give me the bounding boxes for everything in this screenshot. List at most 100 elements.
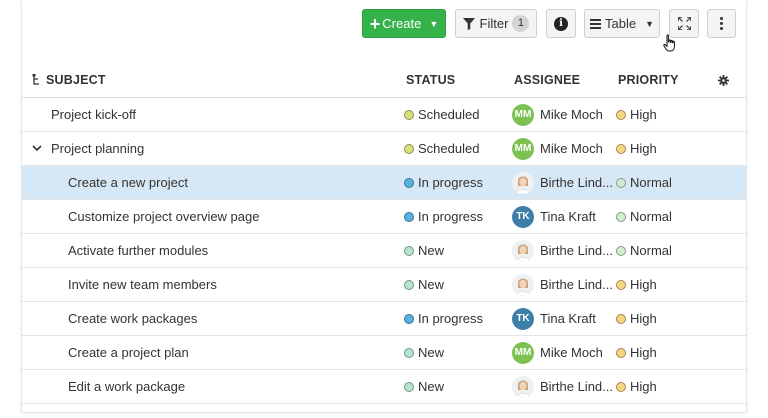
- row-status[interactable]: New: [404, 370, 444, 403]
- info-button[interactable]: i: [546, 9, 576, 38]
- priority-dot: [616, 279, 626, 290]
- priority-column-header[interactable]: PRIORITY: [618, 62, 679, 98]
- priority-label: Normal: [630, 243, 672, 258]
- row-subject[interactable]: Create work packages: [68, 302, 197, 335]
- table-row[interactable]: Create a project plan New MM Mike Moch H…: [22, 336, 746, 370]
- row-status[interactable]: In progress: [404, 166, 483, 199]
- person-photo-icon: [512, 273, 534, 296]
- row-priority[interactable]: Normal: [616, 200, 672, 233]
- priority-dot: [616, 313, 626, 324]
- assignee-name: Birthe Lind...: [540, 243, 613, 258]
- priority-label: High: [630, 107, 657, 122]
- row-status[interactable]: Scheduled: [404, 132, 479, 165]
- table-row[interactable]: Project planning Scheduled MM Mike Moch …: [22, 132, 746, 166]
- table-row[interactable]: Customize project overview page In progr…: [22, 200, 746, 234]
- priority-dot: [616, 143, 626, 154]
- info-icon: i: [554, 16, 568, 31]
- priority-dot: [616, 245, 626, 256]
- row-priority[interactable]: Normal: [616, 234, 672, 267]
- avatar: TK: [512, 307, 534, 330]
- status-column-header[interactable]: STATUS: [406, 62, 455, 98]
- row-assignee[interactable]: TK Tina Kraft: [512, 200, 596, 233]
- status-label: New: [418, 243, 445, 258]
- chevron-down-icon: [32, 145, 42, 152]
- assignee-name: Tina Kraft: [540, 311, 596, 326]
- status-dot: [404, 109, 414, 120]
- row-assignee[interactable]: Birthe Lind...: [512, 234, 613, 267]
- row-assignee[interactable]: Birthe Lind...: [512, 166, 613, 199]
- row-status[interactable]: In progress: [404, 200, 483, 233]
- subject-column-header[interactable]: SUBJECT: [32, 62, 106, 98]
- row-status[interactable]: Scheduled: [404, 98, 479, 131]
- row-assignee[interactable]: MM Mike Moch: [512, 336, 603, 369]
- row-status[interactable]: New: [404, 336, 444, 369]
- status-dot: [404, 347, 414, 358]
- table-row[interactable]: Invite new team members New Birthe Lind.…: [22, 268, 746, 302]
- filter-button[interactable]: Filter 1: [455, 9, 537, 38]
- row-assignee[interactable]: TK Tina Kraft: [512, 302, 596, 335]
- expand-icon: [677, 17, 691, 30]
- status-label: Scheduled: [418, 107, 480, 122]
- row-subject[interactable]: Create a project plan: [68, 336, 189, 369]
- create-button[interactable]: + Create ▼: [362, 9, 446, 38]
- row-status[interactable]: New: [404, 234, 444, 267]
- assignee-column-header[interactable]: ASSIGNEE: [514, 62, 580, 98]
- table-row[interactable]: Create a new project In progress Birthe …: [22, 166, 746, 200]
- avatar: [512, 171, 534, 194]
- collapse-toggle[interactable]: [32, 132, 42, 165]
- caret-down-icon: ▼: [645, 18, 654, 29]
- row-subject[interactable]: Invite new team members: [68, 268, 217, 301]
- row-priority[interactable]: High: [616, 302, 657, 335]
- row-subject[interactable]: Project planning: [51, 132, 144, 165]
- table-row[interactable]: Activate further modules New Birthe Lind…: [22, 234, 746, 268]
- row-assignee[interactable]: Birthe Lind...: [512, 370, 613, 403]
- plus-icon: +: [369, 13, 381, 34]
- assignee-name: Tina Kraft: [540, 209, 596, 224]
- row-priority[interactable]: High: [616, 98, 657, 131]
- row-assignee[interactable]: Birthe Lind...: [512, 268, 613, 301]
- table-row[interactable]: Project kick-off Scheduled MM Mike Moch …: [22, 98, 746, 132]
- status-dot: [404, 177, 414, 188]
- row-status[interactable]: In progress: [404, 302, 483, 335]
- row-assignee[interactable]: MM Mike Moch: [512, 132, 603, 165]
- status-label: New: [418, 277, 445, 292]
- row-subject[interactable]: Create a new project: [68, 166, 188, 199]
- kebab-menu-icon: [720, 17, 723, 30]
- row-priority[interactable]: High: [616, 336, 657, 369]
- person-photo-icon: [512, 239, 534, 262]
- assignee-header-label: ASSIGNEE: [514, 73, 581, 87]
- row-priority[interactable]: High: [616, 132, 657, 165]
- status-label: In progress: [418, 209, 484, 224]
- priority-label: High: [630, 311, 657, 326]
- row-priority[interactable]: High: [616, 370, 657, 403]
- work-package-table-body: Project kick-off Scheduled MM Mike Moch …: [22, 98, 746, 404]
- avatar: MM: [512, 137, 534, 160]
- priority-label: High: [630, 345, 657, 360]
- priority-dot: [616, 211, 626, 222]
- row-status[interactable]: New: [404, 268, 444, 301]
- row-subject[interactable]: Project kick-off: [51, 98, 136, 131]
- filter-count-badge: 1: [512, 15, 530, 32]
- assignee-name: Mike Moch: [540, 345, 603, 360]
- row-assignee[interactable]: MM Mike Moch: [512, 98, 603, 131]
- table-row[interactable]: Create work packages In progress TK Tina…: [22, 302, 746, 336]
- row-subject[interactable]: Edit a work package: [68, 370, 185, 403]
- row-priority[interactable]: Normal: [616, 166, 672, 199]
- status-dot: [404, 245, 414, 256]
- priority-dot: [616, 177, 626, 188]
- column-settings-button[interactable]: [718, 62, 729, 98]
- row-subject[interactable]: Activate further modules: [68, 234, 208, 267]
- hierarchy-icon[interactable]: [32, 74, 41, 86]
- priority-label: High: [630, 277, 657, 292]
- status-label: In progress: [418, 175, 484, 190]
- caret-down-icon: ▼: [429, 18, 439, 29]
- more-options-button[interactable]: [707, 9, 736, 38]
- status-header-label: STATUS: [406, 73, 456, 87]
- row-subject[interactable]: Customize project overview page: [68, 200, 259, 233]
- view-mode-button[interactable]: Table ▼: [584, 9, 660, 38]
- avatar: [512, 273, 534, 296]
- row-priority[interactable]: High: [616, 268, 657, 301]
- status-dot: [404, 143, 414, 154]
- table-row[interactable]: Edit a work package New Birthe Lind... H…: [22, 370, 746, 404]
- assignee-name: Birthe Lind...: [540, 277, 613, 292]
